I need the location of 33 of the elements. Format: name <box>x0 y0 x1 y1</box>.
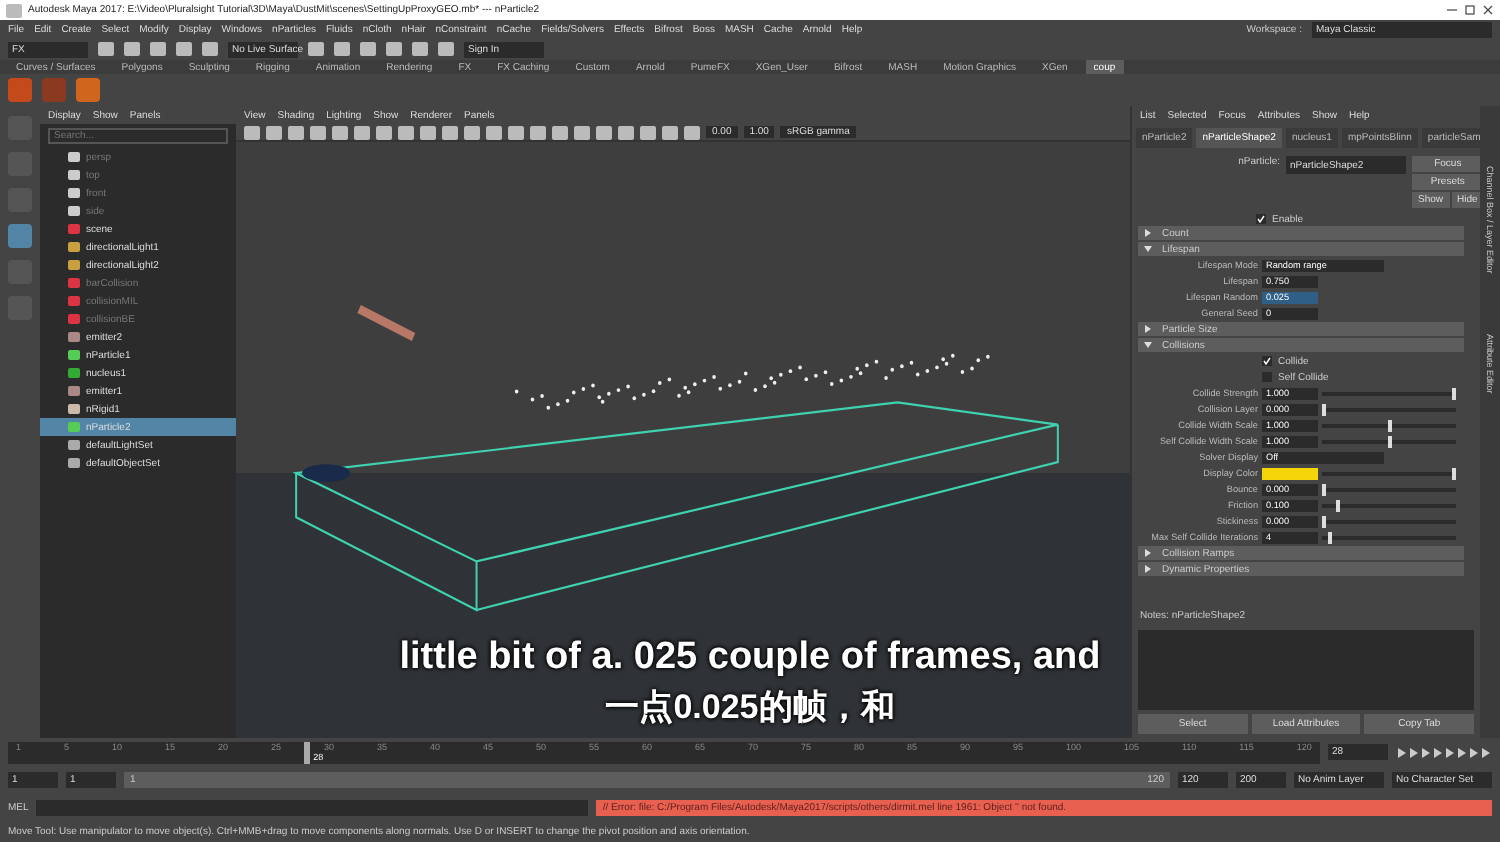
node-icon <box>68 242 80 252</box>
node-icon <box>68 422 80 432</box>
node-icon <box>68 206 80 216</box>
checkbox[interactable] <box>1262 356 1272 366</box>
node-icon <box>68 404 80 414</box>
node-icon <box>68 170 80 180</box>
command-field[interactable] <box>36 800 589 816</box>
node-icon <box>68 296 80 306</box>
node-icon <box>68 224 80 234</box>
slider-thumb[interactable] <box>1327 531 1332 543</box>
maximize-icon[interactable] <box>1464 4 1476 16</box>
checkbox[interactable] <box>1262 372 1272 382</box>
node-icon <box>68 458 80 468</box>
node-icon <box>68 314 80 324</box>
notes-field[interactable] <box>1138 630 1474 710</box>
node-icon <box>68 350 80 360</box>
node-icon <box>68 332 80 342</box>
node-icon <box>68 368 80 378</box>
minimize-icon[interactable] <box>1446 4 1458 16</box>
node-icon <box>68 152 80 162</box>
node-icon <box>68 278 80 288</box>
subtitle-text: little bit of a. 025 couple of frames, and <box>399 636 1101 680</box>
node-icon <box>68 386 80 396</box>
node-icon <box>68 440 80 450</box>
time-cursor[interactable] <box>303 741 310 763</box>
node-icon <box>68 188 80 198</box>
color-swatch[interactable] <box>1262 467 1318 479</box>
enable-checkbox[interactable] <box>1256 214 1266 224</box>
close-icon[interactable] <box>1482 4 1494 16</box>
playback-controls-icon[interactable] <box>1396 745 1492 759</box>
maya-logo-icon <box>6 3 22 17</box>
subtitle-text: 一点0.025的帧，和 <box>605 686 895 730</box>
node-icon <box>68 260 80 270</box>
